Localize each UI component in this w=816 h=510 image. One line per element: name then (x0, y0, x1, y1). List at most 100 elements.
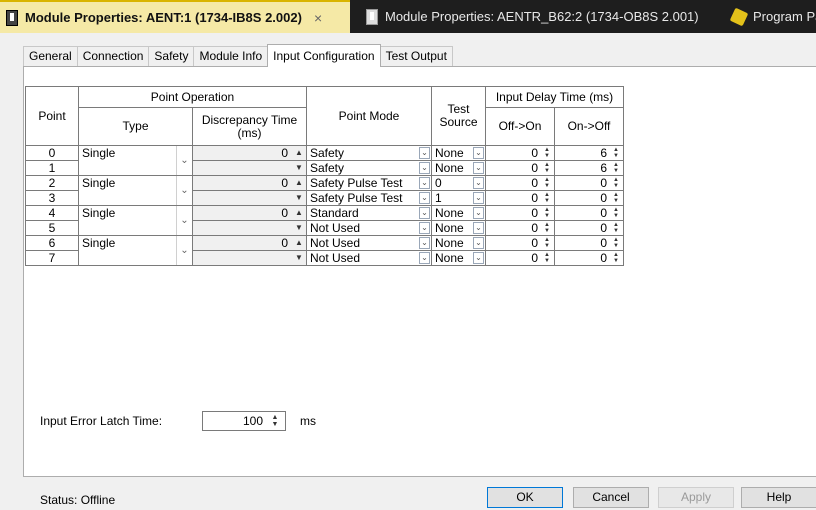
on-off-delay-input[interactable]: 0 ▲ ▼ (554, 205, 624, 221)
discrepancy-time-cell[interactable]: ▼ (192, 190, 307, 206)
chevron-down-icon[interactable]: ⌄ (473, 162, 484, 174)
spin-icon[interactable]: ▲ ▼ (542, 177, 552, 189)
chevron-down-icon[interactable]: ⌄ (419, 222, 430, 234)
point-mode-dropdown[interactable]: Safety Pulse Test ⌄ (306, 175, 432, 191)
chevron-down-icon[interactable]: ⌄ (473, 252, 484, 264)
chevron-down-icon[interactable]: ⌄ (419, 147, 430, 159)
tab-connection[interactable]: Connection (76, 46, 150, 67)
spin-icon[interactable]: ▲ ▼ (542, 252, 552, 264)
spin-icon[interactable]: ▲ ▼ (611, 252, 621, 264)
tab-test-output[interactable]: Test Output (379, 46, 453, 67)
spin-icon[interactable]: ▲ ▼ (611, 207, 621, 219)
up-arrow-icon[interactable]: ▲ (294, 147, 304, 159)
on-off-delay-input[interactable]: 0 ▲ ▼ (554, 190, 624, 206)
point-mode-dropdown[interactable]: Not Used ⌄ (306, 235, 432, 251)
test-source-dropdown[interactable]: None ⌄ (431, 250, 486, 266)
point-mode-dropdown[interactable]: Not Used ⌄ (306, 220, 432, 236)
chevron-down-icon[interactable]: ⌄ (419, 177, 430, 189)
chevron-down-icon[interactable]: ⌄ (176, 236, 192, 265)
test-source-dropdown[interactable]: None ⌄ (431, 160, 486, 176)
point-mode-dropdown[interactable]: Standard ⌄ (306, 205, 432, 221)
test-source-dropdown[interactable]: None ⌄ (431, 235, 486, 251)
test-source-dropdown[interactable]: 1 ⌄ (431, 190, 486, 206)
spin-icon[interactable]: ▲ ▼ (268, 414, 282, 428)
spin-icon[interactable]: ▲ ▼ (542, 237, 552, 249)
up-arrow-icon[interactable]: ▲ (294, 177, 304, 189)
discrepancy-time-input[interactable]: 0 ▲ (192, 235, 307, 251)
spin-icon[interactable]: ▲ ▼ (611, 237, 621, 249)
point-mode-dropdown[interactable]: Safety ⌄ (306, 145, 432, 161)
off-on-delay-input[interactable]: 0 ▲ ▼ (485, 160, 555, 176)
test-source-dropdown[interactable]: 0 ⌄ (431, 175, 486, 191)
type-dropdown[interactable]: Single ⌄ (78, 205, 193, 236)
discrepancy-time-cell[interactable]: ▼ (192, 220, 307, 236)
tab-general[interactable]: General (23, 46, 78, 67)
doc-tab-program[interactable]: Program Pa (729, 0, 816, 33)
spin-icon[interactable]: ▲ ▼ (611, 162, 621, 174)
help-button[interactable]: Help (741, 487, 816, 508)
chevron-down-icon[interactable]: ⌄ (473, 147, 484, 159)
chevron-down-icon[interactable]: ⌄ (419, 252, 430, 264)
test-source-dropdown[interactable]: None ⌄ (431, 145, 486, 161)
tab-input-configuration[interactable]: Input Configuration (267, 44, 381, 67)
spin-icon[interactable]: ▲ ▼ (542, 162, 552, 174)
type-dropdown[interactable]: Single ⌄ (78, 235, 193, 266)
discrepancy-time-cell[interactable]: ▼ (192, 250, 307, 266)
off-on-delay-input[interactable]: 0 ▲ ▼ (485, 220, 555, 236)
chevron-down-icon[interactable]: ⌄ (176, 146, 192, 175)
off-on-delay-input[interactable]: 0 ▲ ▼ (485, 235, 555, 251)
chevron-down-icon[interactable]: ⌄ (419, 162, 430, 174)
off-on-delay-input[interactable]: 0 ▲ ▼ (485, 250, 555, 266)
spin-icon[interactable]: ▲ ▼ (611, 192, 621, 204)
on-off-delay-input[interactable]: 6 ▲ ▼ (554, 160, 624, 176)
type-dropdown[interactable]: Single ⌄ (78, 145, 193, 176)
spin-icon[interactable]: ▲ ▼ (611, 177, 621, 189)
off-on-delay-input[interactable]: 0 ▲ ▼ (485, 190, 555, 206)
type-dropdown[interactable]: Single ⌄ (78, 175, 193, 206)
doc-tab-module-properties-aent1[interactable]: Module Properties: AENT:1 (1734-IB8S 2.0… (0, 0, 350, 33)
up-arrow-icon[interactable]: ▲ (294, 207, 304, 219)
chevron-down-icon[interactable]: ⌄ (473, 192, 484, 204)
off-on-delay-input[interactable]: 0 ▲ ▼ (485, 205, 555, 221)
spin-icon[interactable]: ▲ ▼ (611, 147, 621, 159)
down-arrow-icon[interactable]: ▼ (294, 192, 304, 204)
discrepancy-time-input[interactable]: 0 ▲ (192, 175, 307, 191)
spin-icon[interactable]: ▲ ▼ (611, 222, 621, 234)
down-arrow-icon[interactable]: ▼ (294, 162, 304, 174)
input-error-latch-time-input[interactable]: 100 ▲ ▼ (202, 411, 286, 431)
tab-safety[interactable]: Safety (148, 46, 195, 67)
chevron-down-icon[interactable]: ⌄ (419, 237, 430, 249)
on-off-delay-input[interactable]: 0 ▲ ▼ (554, 175, 624, 191)
chevron-down-icon[interactable]: ⌄ (473, 177, 484, 189)
ok-button[interactable]: OK (487, 487, 563, 508)
spin-icon[interactable]: ▲ ▼ (542, 147, 552, 159)
off-on-delay-input[interactable]: 0 ▲ ▼ (485, 175, 555, 191)
spin-icon[interactable]: ▲ ▼ (542, 207, 552, 219)
cancel-button[interactable]: Cancel (573, 487, 649, 508)
on-off-delay-input[interactable]: 0 ▲ ▼ (554, 250, 624, 266)
point-mode-dropdown[interactable]: Safety ⌄ (306, 160, 432, 176)
spin-icon[interactable]: ▲ ▼ (542, 192, 552, 204)
test-source-dropdown[interactable]: None ⌄ (431, 220, 486, 236)
chevron-down-icon[interactable]: ⌄ (419, 192, 430, 204)
chevron-down-icon[interactable]: ⌄ (473, 222, 484, 234)
down-arrow-icon[interactable]: ▼ (294, 252, 304, 264)
up-arrow-icon[interactable]: ▲ (294, 237, 304, 249)
spin-icon[interactable]: ▲ ▼ (542, 222, 552, 234)
on-off-delay-input[interactable]: 0 ▲ ▼ (554, 235, 624, 251)
chevron-down-icon[interactable]: ⌄ (419, 207, 430, 219)
discrepancy-time-input[interactable]: 0 ▲ (192, 205, 307, 221)
discrepancy-time-input[interactable]: 0 ▲ (192, 145, 307, 161)
test-source-dropdown[interactable]: None ⌄ (431, 205, 486, 221)
chevron-down-icon[interactable]: ⌄ (473, 237, 484, 249)
down-arrow-icon[interactable]: ▼ (294, 222, 304, 234)
chevron-down-icon[interactable]: ⌄ (176, 176, 192, 205)
point-mode-dropdown[interactable]: Safety Pulse Test ⌄ (306, 190, 432, 206)
chevron-down-icon[interactable]: ⌄ (473, 207, 484, 219)
point-mode-dropdown[interactable]: Not Used ⌄ (306, 250, 432, 266)
close-icon[interactable]: × (314, 10, 322, 26)
on-off-delay-input[interactable]: 0 ▲ ▼ (554, 220, 624, 236)
doc-tab-module-properties-aentr[interactable]: Module Properties: AENTR_B62:2 (1734-OB8… (366, 0, 699, 33)
chevron-down-icon[interactable]: ⌄ (176, 206, 192, 235)
off-on-delay-input[interactable]: 0 ▲ ▼ (485, 145, 555, 161)
